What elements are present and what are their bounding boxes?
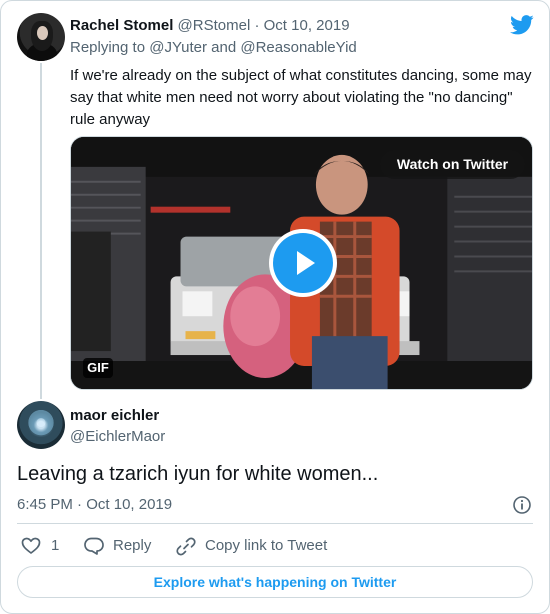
thread-connector bbox=[40, 63, 42, 399]
avatar-maor-eichler[interactable] bbox=[17, 401, 65, 449]
mention-jyuter[interactable]: @JYuter bbox=[149, 39, 207, 56]
tweet-author-name[interactable]: maor eichler bbox=[70, 406, 159, 426]
mention-reasonableyid[interactable]: @ReasonableYid bbox=[240, 39, 356, 56]
tweet-separator: · bbox=[77, 496, 83, 513]
heart-icon bbox=[21, 537, 41, 554]
parent-date[interactable]: Oct 10, 2019 bbox=[264, 17, 350, 34]
like-button[interactable]: 1 bbox=[17, 533, 67, 559]
replying-and: and bbox=[211, 39, 237, 56]
tweet-date[interactable]: Oct 10, 2019 bbox=[86, 496, 172, 513]
parent-tweet-header: Rachel Stomel @RStomel · Oct 10, 2019 bbox=[70, 16, 350, 36]
gif-badge: GIF bbox=[83, 358, 113, 378]
twitter-bird-icon[interactable] bbox=[510, 15, 534, 35]
tweet-text: Leaving a tzarich iyun for white women..… bbox=[17, 463, 379, 485]
watch-on-twitter-button[interactable]: Watch on Twitter bbox=[380, 150, 525, 179]
tweet-author-handle[interactable]: @EichlerMaor bbox=[70, 427, 165, 447]
explore-twitter-button[interactable]: Explore what's happening on Twitter bbox=[17, 566, 533, 598]
copy-link-label: Copy link to Tweet bbox=[205, 537, 328, 554]
play-button[interactable] bbox=[269, 229, 337, 297]
copy-link-button[interactable]: Copy link to Tweet bbox=[175, 533, 355, 559]
replying-to: Replying to @JYuter and @ReasonableYid bbox=[70, 38, 357, 58]
replying-prefix: Replying to bbox=[70, 39, 146, 56]
like-count: 1 bbox=[51, 537, 60, 554]
reply-label: Reply bbox=[113, 537, 152, 554]
tweet-timestamp[interactable]: 6:45 PM · Oct 10, 2019 bbox=[17, 494, 172, 516]
parent-separator: · bbox=[254, 17, 260, 34]
reply-icon bbox=[84, 537, 104, 555]
link-icon bbox=[176, 537, 196, 556]
play-icon bbox=[297, 251, 315, 275]
tweet-embed-card: Rachel Stomel @RStomel · Oct 10, 2019 Re… bbox=[0, 0, 550, 614]
parent-author-handle[interactable]: @RStomel bbox=[178, 17, 251, 34]
parent-tweet-text: If we're already on the subject of what … bbox=[70, 67, 532, 128]
reply-button[interactable]: Reply bbox=[83, 533, 173, 559]
parent-author-name[interactable]: Rachel Stomel bbox=[70, 17, 173, 34]
avatar-rachel-stomel[interactable] bbox=[17, 13, 65, 61]
divider bbox=[17, 523, 533, 524]
info-icon[interactable] bbox=[512, 495, 532, 515]
tweet-time[interactable]: 6:45 PM bbox=[17, 496, 73, 513]
